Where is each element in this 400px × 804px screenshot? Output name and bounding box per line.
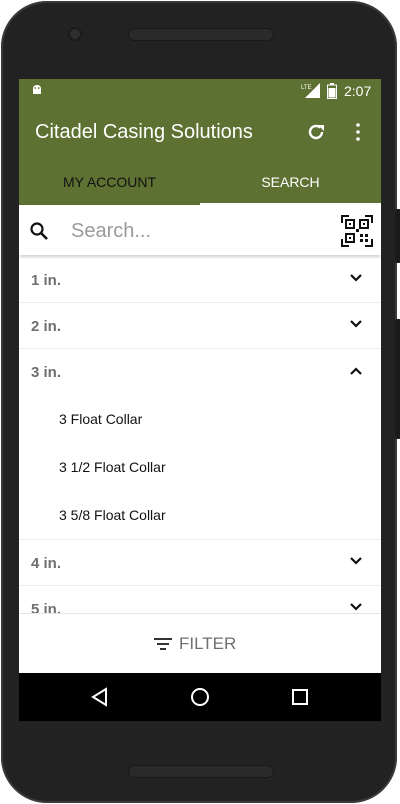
- status-bar: LTE 2:07: [19, 79, 381, 103]
- lte-signal-icon: LTE: [301, 83, 320, 98]
- recents-icon[interactable]: [288, 685, 312, 709]
- search-input[interactable]: [69, 213, 335, 249]
- android-icon: [33, 85, 41, 94]
- category-row-1-in[interactable]: 1 in.: [19, 257, 381, 303]
- back-icon[interactable]: [88, 685, 112, 709]
- category-row-3-in[interactable]: 3 in.: [19, 349, 381, 394]
- app-screen: LTE 2:07 Citadel Casing Solutions MY ACC…: [19, 79, 381, 721]
- search-icon: [30, 222, 48, 240]
- chevron-down-icon: [350, 557, 362, 565]
- more-vert-icon[interactable]: [353, 121, 363, 143]
- search-bar: [19, 205, 381, 255]
- category-row-2-in[interactable]: 2 in.: [19, 303, 381, 349]
- front-camera: [68, 27, 82, 41]
- chevron-up-icon: [350, 367, 362, 375]
- power-button: [395, 209, 400, 263]
- category-row-5-in[interactable]: 5 in.: [19, 586, 381, 613]
- home-icon[interactable]: [188, 685, 212, 709]
- top-speaker: [128, 28, 274, 41]
- refresh-icon[interactable]: [305, 121, 327, 143]
- volume-button: [395, 319, 400, 439]
- category-label: 1 in.: [31, 272, 62, 289]
- tab-my-account[interactable]: MY ACCOUNT: [19, 159, 200, 205]
- item-label: 3 1/2 Float Collar: [59, 459, 166, 475]
- item-label: 3 Float Collar: [59, 411, 143, 427]
- category-label: 2 in.: [31, 318, 62, 335]
- filter-button[interactable]: FILTER: [19, 613, 381, 674]
- category-label: 5 in.: [31, 601, 62, 613]
- phone-frame: LTE 2:07 Citadel Casing Solutions MY ACC…: [1, 1, 400, 803]
- bottom-speaker: [128, 765, 274, 778]
- category-row-4-in[interactable]: 4 in.: [19, 540, 381, 586]
- list-item-3-1-2-float-collar[interactable]: 3 1/2 Float Collar: [19, 443, 381, 491]
- item-label: 3 5/8 Float Collar: [59, 507, 166, 523]
- list-item-3-5-8-float-collar[interactable]: 3 5/8 Float Collar: [19, 491, 381, 540]
- category-label: 4 in.: [31, 555, 62, 572]
- system-nav-bar: [19, 673, 381, 721]
- chevron-down-icon: [350, 320, 362, 328]
- battery-icon: [327, 83, 337, 99]
- filter-label: FILTER: [179, 634, 237, 653]
- tab-search[interactable]: SEARCH: [200, 159, 381, 205]
- chevron-down-icon: [350, 274, 362, 282]
- svg-text:LTE: LTE: [301, 85, 312, 91]
- list-item-3-float-collar[interactable]: 3 Float Collar: [19, 395, 381, 443]
- chevron-down-icon: [350, 603, 362, 611]
- app-bar: Citadel Casing Solutions: [19, 103, 381, 159]
- status-time: 2:07: [344, 83, 372, 99]
- filter-icon: [154, 638, 172, 650]
- category-list: 1 in. 2 in. 3 in. 3 Float Collar 3 1/2 F…: [19, 257, 381, 613]
- tab-bar: MY ACCOUNT SEARCH: [19, 159, 381, 205]
- category-label: 3 in.: [31, 364, 62, 381]
- qr-scan-icon[interactable]: [341, 215, 373, 247]
- app-title: Citadel Casing Solutions: [35, 121, 253, 143]
